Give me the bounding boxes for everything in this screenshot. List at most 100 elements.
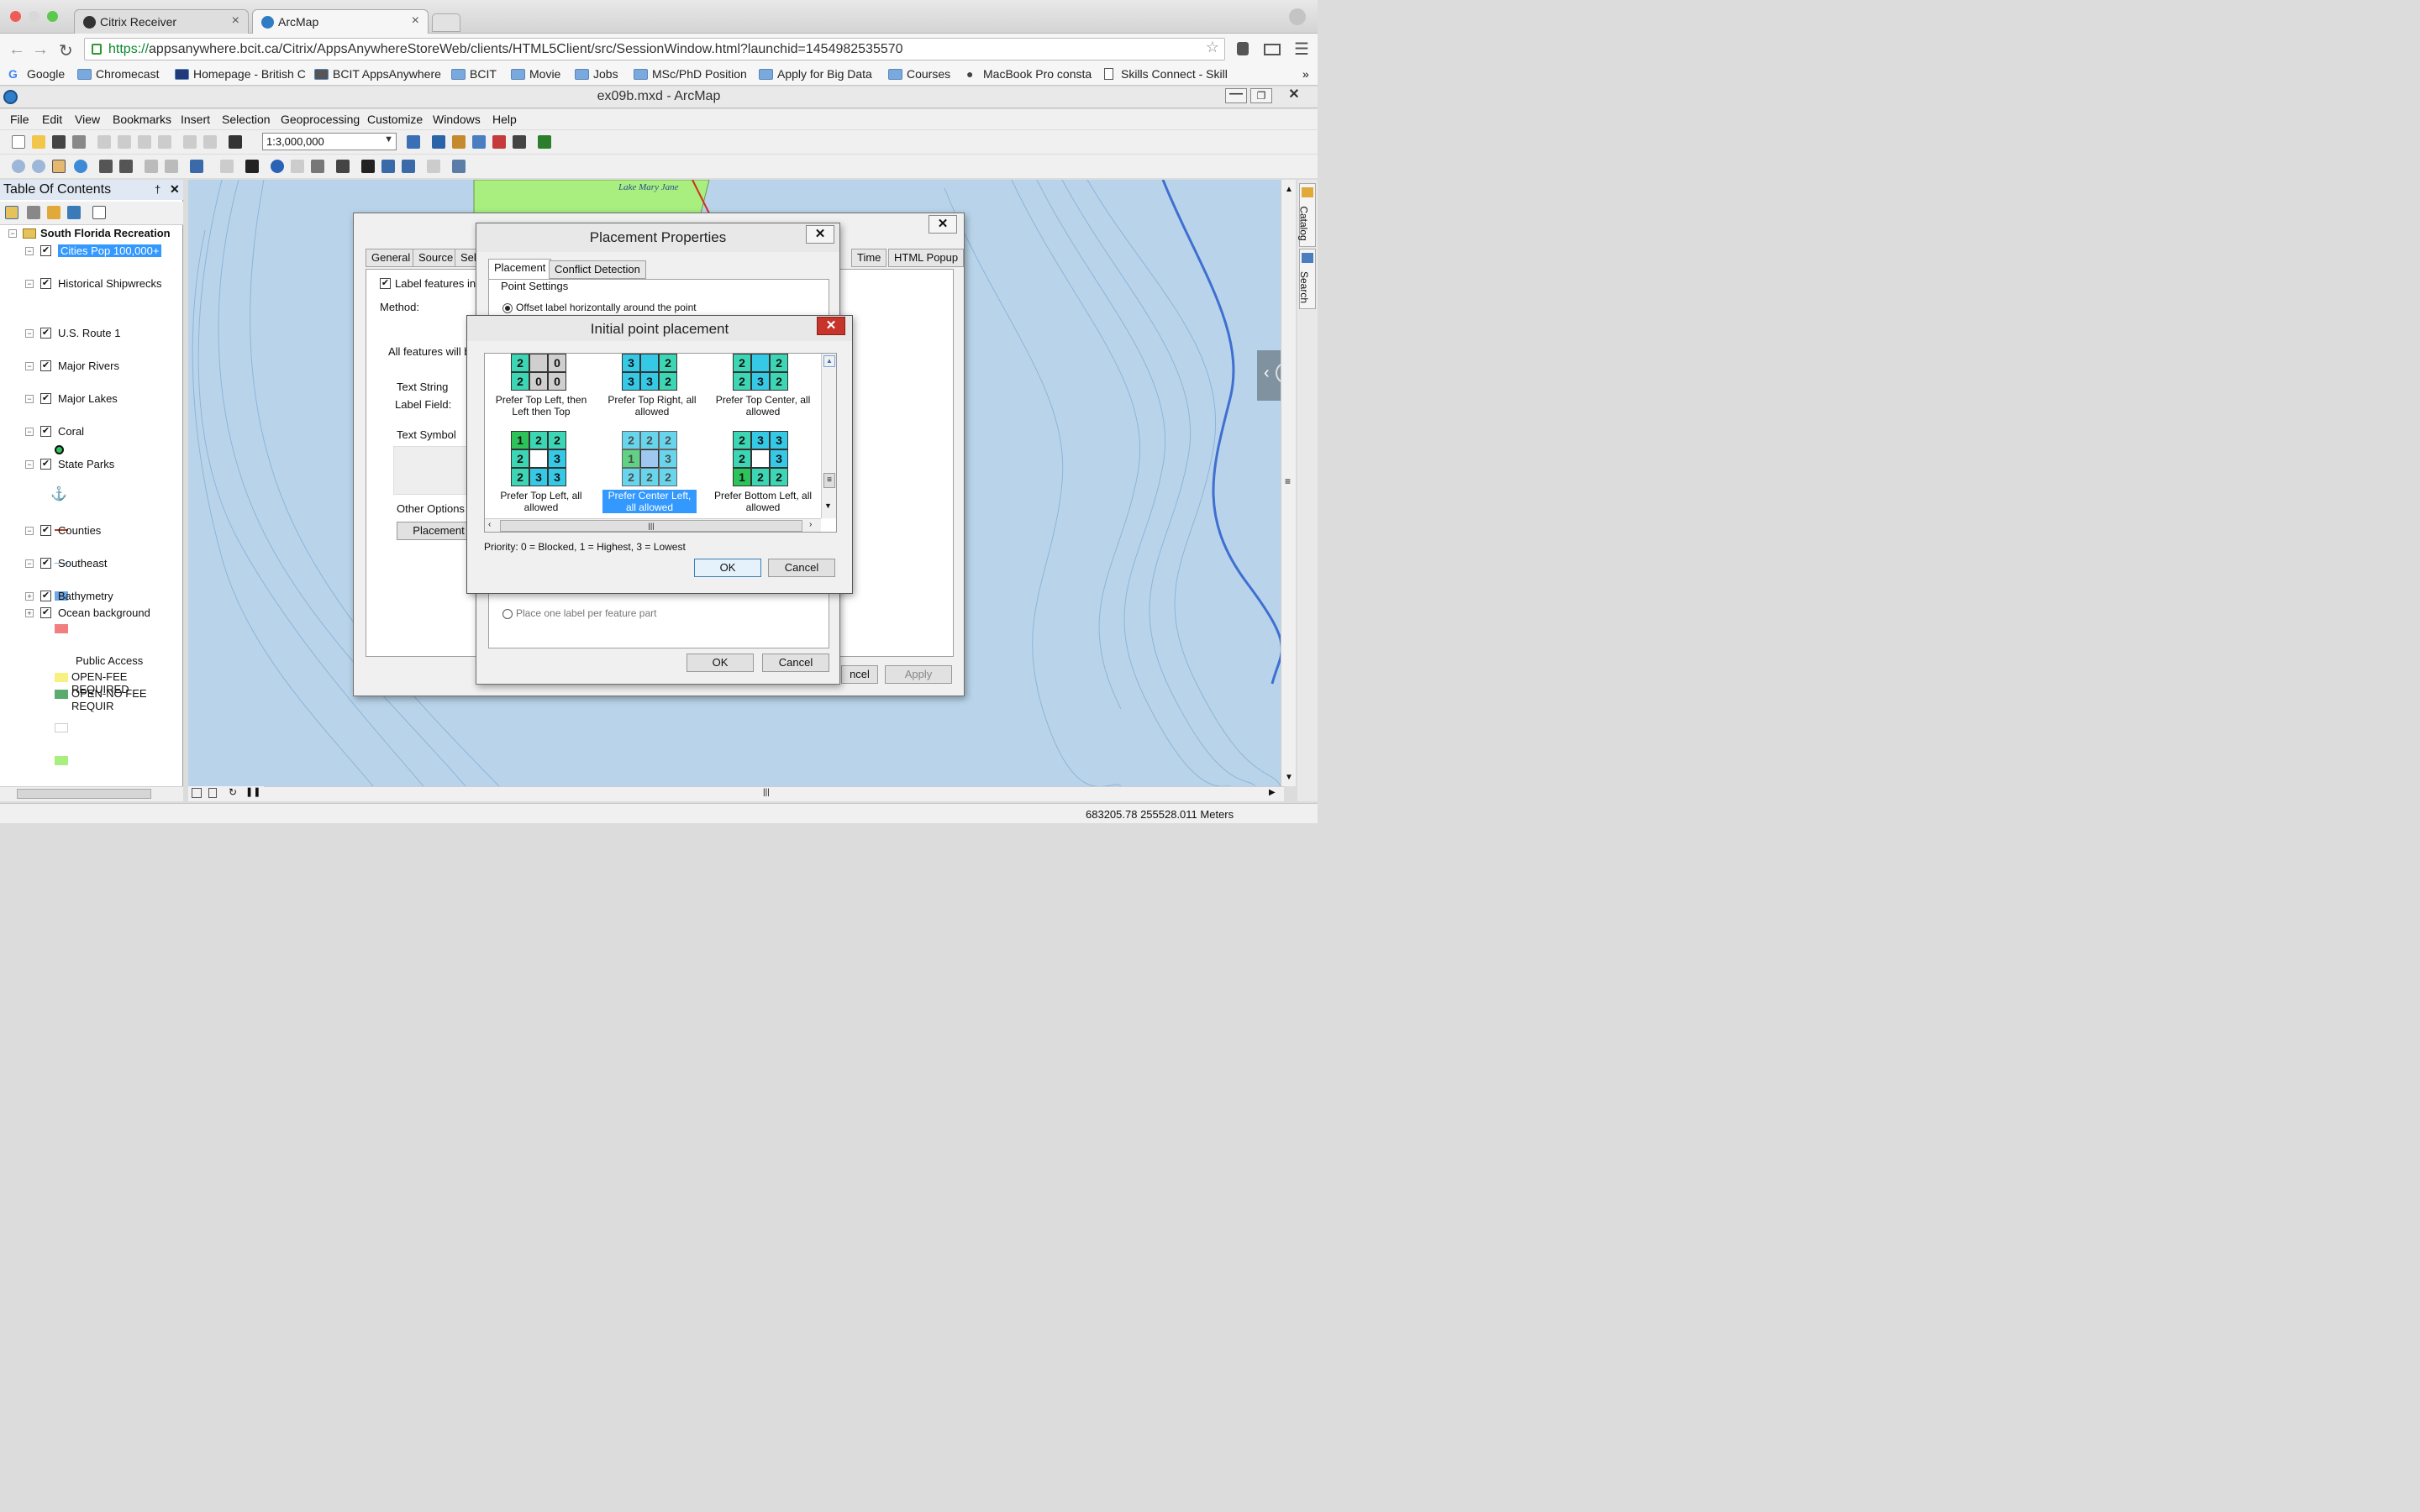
delete-icon[interactable]: [158, 135, 171, 149]
collapse-icon[interactable]: −: [25, 362, 34, 370]
apply-button[interactable]: Apply: [885, 665, 952, 684]
fixed-zoom-in-icon[interactable]: [99, 160, 113, 173]
copy-icon[interactable]: [118, 135, 131, 149]
tab-html-popup[interactable]: HTML Popup: [888, 249, 965, 267]
menu-view[interactable]: View: [75, 113, 100, 126]
toc-window-icon[interactable]: [432, 135, 445, 149]
menu-bookmarks[interactable]: Bookmarks: [113, 113, 171, 126]
layer-state-parks[interactable]: − ✔ State Parks: [0, 458, 183, 475]
options-icon[interactable]: [92, 206, 106, 219]
collapse-icon[interactable]: −: [25, 559, 34, 568]
tab-placement[interactable]: Placement: [488, 259, 552, 279]
bookmark-big-data[interactable]: Apply for Big Data: [759, 67, 872, 81]
minimize-button[interactable]: —: [1225, 87, 1247, 103]
gallery-horizontal-scrollbar[interactable]: ‹ ||| ›: [485, 518, 821, 532]
time-slider-icon[interactable]: [427, 160, 440, 173]
editor-icon[interactable]: [407, 135, 420, 149]
tab-conflict-detection[interactable]: Conflict Detection: [549, 260, 646, 279]
expand-icon[interactable]: +: [25, 592, 34, 601]
full-extent-icon[interactable]: [74, 160, 87, 173]
gallery-vertical-scrollbar[interactable]: ▲ ≡ ▼: [821, 354, 836, 518]
python-window-icon[interactable]: [513, 135, 526, 149]
layer-cities-pop[interactable]: − ✔ Cities Pop 100,000+: [0, 244, 183, 261]
placement-option-bottom-left[interactable]: 233 23 122 Prefer Bottom Left, all allow…: [708, 431, 818, 515]
layer-major-rivers[interactable]: − ✔ Major Rivers: [0, 360, 183, 376]
close-window-icon[interactable]: [10, 11, 21, 22]
scroll-right-icon[interactable]: ›: [809, 520, 812, 529]
collapse-icon[interactable]: −: [25, 527, 34, 535]
bookmark-skills-connect[interactable]: Skills Connect - Skill: [1102, 67, 1228, 81]
cast-icon[interactable]: [1264, 44, 1281, 55]
bookmark-bcit[interactable]: BCIT: [451, 67, 497, 81]
menu-geoprocessing[interactable]: Geoprocessing: [281, 113, 360, 126]
identify-icon[interactable]: [271, 160, 284, 173]
menu-customize[interactable]: Customize: [367, 113, 423, 126]
layer-bathymetry[interactable]: + ✔ Bathymetry: [0, 590, 183, 606]
extension-icon[interactable]: [1237, 42, 1249, 55]
collapse-icon[interactable]: −: [25, 280, 34, 288]
search-dock-tab[interactable]: Search: [1298, 249, 1316, 309]
scroll-up-icon[interactable]: ▲: [823, 355, 835, 367]
list-by-source-icon[interactable]: [27, 206, 40, 219]
map-vertical-scrollbar[interactable]: ▲ ≡ ▼: [1281, 180, 1296, 786]
bookmark-homepage[interactable]: Homepage - British C: [175, 67, 306, 81]
close-toc-icon[interactable]: ✕: [170, 182, 180, 197]
bookmark-chromecast[interactable]: Chromecast: [77, 67, 159, 81]
forward-icon[interactable]: →: [32, 40, 49, 60]
open-icon[interactable]: [32, 135, 45, 149]
placement-option-top-left-all[interactable]: 122 23 233 Prefer Top Left, all allowed: [487, 431, 596, 515]
bookmark-msc-phd[interactable]: MSc/PhD Position: [634, 67, 747, 81]
reload-icon[interactable]: ↻: [59, 40, 73, 61]
find-route-icon[interactable]: [381, 160, 395, 173]
layer-southeast[interactable]: − ✔ Southeast: [0, 557, 183, 574]
menu-help[interactable]: Help: [492, 113, 517, 126]
list-by-selection-icon[interactable]: [67, 206, 81, 219]
layer-checkbox[interactable]: ✔: [40, 393, 51, 404]
placement-option-center-left[interactable]: 222 13 222 Prefer Center Left, all allow…: [597, 431, 707, 515]
bookmark-courses[interactable]: Courses: [888, 67, 950, 81]
bookmark-jobs[interactable]: Jobs: [575, 67, 618, 81]
close-dialog-button[interactable]: ✕: [817, 317, 845, 335]
forward-extent-icon[interactable]: [165, 160, 178, 173]
layer-us-route-1[interactable]: − ✔ U.S. Route 1: [0, 327, 183, 344]
close-dialog-button[interactable]: ✕: [929, 215, 957, 234]
refresh-icon[interactable]: ↻: [229, 786, 237, 798]
more-bookmarks-button[interactable]: »: [1302, 67, 1309, 81]
close-dialog-button[interactable]: ✕: [806, 225, 834, 244]
menu-icon[interactable]: ☰: [1294, 39, 1309, 60]
pan-icon[interactable]: [52, 160, 66, 173]
collapse-icon[interactable]: −: [25, 329, 34, 338]
layer-checkbox[interactable]: ✔: [40, 426, 51, 437]
scroll-thumb[interactable]: ≡: [823, 473, 835, 488]
tab-time[interactable]: Time: [851, 249, 887, 267]
catalog-icon[interactable]: [452, 135, 466, 149]
layer-checkbox[interactable]: ✔: [40, 278, 51, 289]
measure-icon[interactable]: [336, 160, 350, 173]
tab-source[interactable]: Source: [413, 249, 460, 267]
list-by-drawing-order-icon[interactable]: [5, 206, 18, 219]
data-view-icon[interactable]: [192, 788, 202, 798]
expand-icon[interactable]: +: [25, 609, 34, 617]
ok-button[interactable]: OK: [694, 559, 761, 577]
create-viewer-icon[interactable]: [452, 160, 466, 173]
fixed-zoom-out-icon[interactable]: [119, 160, 133, 173]
select-elements-icon[interactable]: [245, 160, 259, 173]
layer-major-lakes[interactable]: − ✔ Major Lakes: [0, 392, 183, 409]
new-document-icon[interactable]: [12, 135, 25, 149]
bookmark-macbook[interactable]: ● MacBook Pro consta: [965, 67, 1092, 81]
print-icon[interactable]: [72, 135, 86, 149]
undo-icon[interactable]: [183, 135, 197, 149]
go-to-xy-icon[interactable]: [402, 160, 415, 173]
list-by-visibility-icon[interactable]: [47, 206, 60, 219]
close-window-button[interactable]: ✕: [1276, 88, 1313, 103]
menu-insert[interactable]: Insert: [181, 113, 210, 126]
scroll-down-icon[interactable]: ▼: [824, 501, 832, 510]
scroll-left-icon[interactable]: ‹: [488, 520, 491, 529]
pause-drawing-icon[interactable]: ❚❚: [245, 786, 260, 797]
placement-option-top-right[interactable]: 32 332 Prefer Top Right, all allowed: [597, 354, 707, 431]
paste-icon[interactable]: [138, 135, 151, 149]
scroll-thumb[interactable]: [17, 789, 151, 799]
scroll-grip-icon[interactable]: |||: [763, 788, 770, 797]
profile-icon[interactable]: [1289, 8, 1306, 25]
tab-citrix-receiver[interactable]: Citrix Receiver ×: [74, 9, 249, 34]
